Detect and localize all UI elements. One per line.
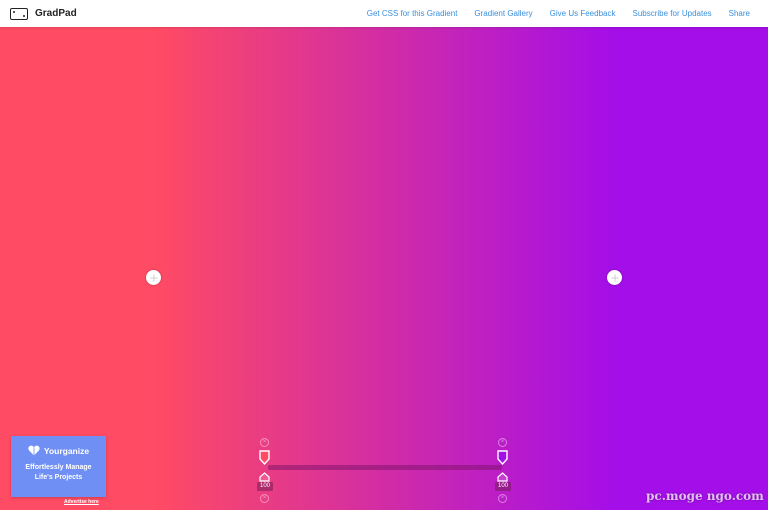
logo[interactable]: GradPad — [10, 7, 77, 20]
nav-gradient-gallery-link[interactable]: Gradient Gallery — [474, 9, 532, 18]
heart-icon — [28, 445, 40, 456]
nav-share-link[interactable]: Share — [729, 9, 750, 18]
opacity-stop-1-value: 100 — [257, 482, 273, 491]
color-stop-track[interactable] — [268, 465, 502, 470]
ad-brand-name: Yourganize — [43, 445, 90, 456]
nav-feedback-link[interactable]: Give Us Feedback — [550, 9, 616, 18]
advertise-here-link[interactable]: Advertise here — [64, 499, 99, 505]
gradient-start-handle[interactable] — [146, 270, 161, 285]
ad-tagline: Effortlessly Manage Life's Projects — [11, 463, 106, 483]
color-stop-2-marker[interactable] — [497, 450, 508, 465]
remove-stop-2-icon[interactable]: × — [498, 438, 507, 447]
gradient-end-handle[interactable] — [607, 270, 622, 285]
logo-text: GradPad — [35, 8, 77, 19]
top-nav: Get CSS for this Gradient Gradient Galle… — [367, 9, 750, 18]
app-header: GradPad Get CSS for this Gradient Gradie… — [0, 0, 768, 27]
color-stop-1-marker[interactable] — [259, 450, 270, 465]
nav-subscribe-link[interactable]: Subscribe for Updates — [632, 9, 711, 18]
ad-tagline-line1: Effortlessly Manage — [25, 464, 92, 471]
sponsor-ad[interactable]: Yourganize Effortlessly Manage Life's Pr… — [11, 436, 106, 497]
opacity-stop-2-marker[interactable] — [497, 469, 508, 482]
ad-brand: Yourganize — [11, 445, 106, 456]
ad-tagline-line2: Life's Projects — [34, 474, 83, 481]
watermark: pc.moge ngo.com — [646, 489, 764, 503]
nav-get-css-link[interactable]: Get CSS for this Gradient — [367, 9, 458, 18]
gradient-canvas[interactable] — [0, 27, 768, 510]
opacity-stop-2-value: 100 — [495, 482, 511, 491]
opacity-stop-1-marker[interactable] — [259, 469, 270, 482]
remove-opacity-2-icon[interactable]: × — [498, 494, 507, 503]
remove-opacity-1-icon[interactable]: × — [260, 494, 269, 503]
gradpad-logo-icon — [10, 7, 28, 20]
remove-stop-1-icon[interactable]: × — [260, 438, 269, 447]
